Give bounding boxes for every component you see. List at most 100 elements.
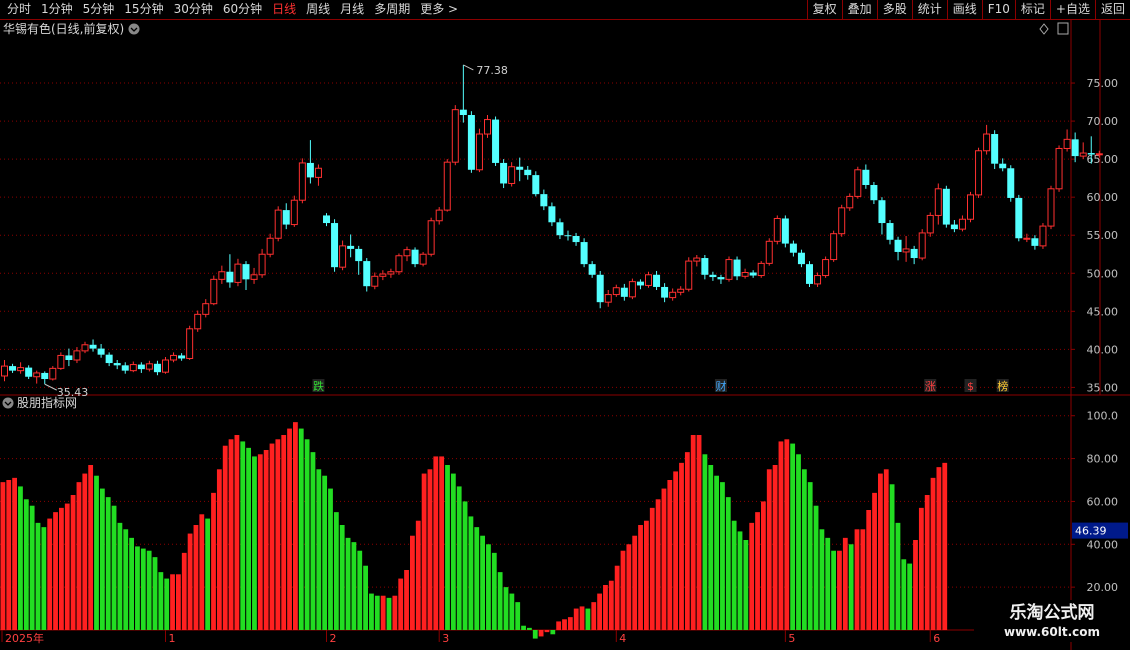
osc-bar	[942, 462, 948, 630]
toolbar-button-3[interactable]: 统计	[911, 0, 947, 19]
toolbar-button-6[interactable]: 标记	[1014, 0, 1050, 19]
candle-body	[532, 175, 540, 195]
osc-bar	[527, 627, 532, 630]
candle-body	[1, 365, 8, 377]
candle-body	[749, 272, 757, 276]
osc-bar	[579, 606, 585, 630]
osc-bar	[819, 529, 825, 630]
period-tab-0[interactable]: 分时	[2, 0, 36, 19]
osc-bar	[550, 630, 556, 635]
toolbar-button-5[interactable]: F10	[981, 0, 1015, 19]
diamond-icon[interactable]	[1039, 23, 1049, 35]
osc-bar	[105, 497, 111, 630]
osc-bar	[667, 480, 673, 630]
candle-body	[572, 235, 580, 243]
period-tabs: 分时 1分钟 5分钟 15分钟 30分钟 60分钟 日线 周线 月线 多周期 更多 >	[2, 0, 463, 19]
candle-body	[918, 232, 926, 259]
osc-bar	[866, 510, 872, 630]
osc-bar	[562, 619, 567, 630]
candle-body	[218, 271, 226, 280]
osc-bar	[848, 544, 854, 630]
candle-body	[129, 364, 137, 372]
osc-bar	[369, 593, 374, 630]
candle-body	[162, 359, 169, 373]
osc-bar	[240, 441, 246, 630]
candle-body	[250, 274, 258, 280]
osc-bar	[895, 522, 901, 630]
main-y-tick: 45.00	[1087, 305, 1119, 318]
period-tab-6[interactable]: 日线	[267, 0, 301, 19]
candle-body	[902, 248, 910, 253]
candle-body	[612, 287, 620, 296]
osc-bar	[158, 572, 164, 630]
period-tab-3[interactable]: 15分钟	[119, 0, 168, 19]
osc-bar	[345, 537, 351, 630]
osc-bar	[883, 469, 889, 630]
osc-bar	[304, 439, 310, 630]
osc-bar	[211, 492, 216, 630]
candle-body	[9, 366, 17, 371]
candle-body	[331, 223, 339, 268]
sub-dropdown-circle-icon[interactable]	[2, 397, 14, 409]
osc-y-tick: 100.0	[1087, 410, 1119, 423]
osc-bar	[743, 540, 749, 630]
candle-body	[910, 248, 918, 259]
candle-body	[363, 261, 371, 287]
candle-body	[1023, 237, 1031, 240]
osc-bar	[486, 544, 491, 630]
candle-body	[773, 217, 781, 242]
candle-body	[604, 294, 612, 303]
candle-body	[653, 274, 661, 287]
osc-bar	[117, 522, 123, 630]
toolbar-button-8[interactable]: 返回	[1094, 0, 1130, 19]
toolbar-button-1[interactable]: 叠加	[841, 0, 877, 19]
candle-body	[1031, 238, 1039, 246]
candle-body	[991, 134, 999, 164]
panel-toggle-icon[interactable]	[1057, 22, 1069, 35]
candle-body	[17, 367, 25, 372]
candle-body	[717, 277, 725, 280]
osc-bar	[415, 520, 421, 630]
osc-bar	[626, 544, 632, 630]
event-marker: 财	[715, 379, 726, 393]
candle-body	[822, 259, 830, 277]
period-tab-10[interactable]: 更多 >	[415, 0, 463, 19]
main-panel-title: 华锡有色(日线,前复权)	[3, 21, 124, 36]
candle-body	[958, 218, 966, 230]
osc-bar	[638, 525, 643, 630]
osc-bar	[135, 546, 140, 630]
candle-body	[797, 252, 805, 265]
osc-bar	[421, 473, 427, 630]
candle-body	[926, 214, 934, 234]
candle-body	[1063, 138, 1071, 149]
candle-body	[387, 271, 395, 275]
period-tab-1[interactable]: 1分钟	[36, 0, 78, 19]
osc-bar	[275, 439, 281, 630]
toolbar-button-2[interactable]: 多股	[876, 0, 912, 19]
osc-bar	[374, 595, 380, 630]
time-axis-label: 4	[619, 632, 626, 645]
osc-bar	[445, 465, 450, 630]
osc-bar	[731, 520, 737, 630]
dropdown-circle-icon[interactable]	[128, 23, 140, 35]
period-tab-9[interactable]: 多周期	[369, 0, 415, 19]
toolbar-button-4[interactable]: 画线	[946, 0, 982, 19]
period-tab-2[interactable]: 5分钟	[78, 0, 120, 19]
toolbar-button-0[interactable]: 复权	[806, 0, 842, 19]
time-axis-label: 5	[788, 632, 795, 645]
period-tab-8[interactable]: 月线	[335, 0, 369, 19]
osc-bar	[404, 570, 409, 630]
period-tab-4[interactable]: 30分钟	[169, 0, 218, 19]
candle-body	[765, 240, 773, 264]
toolbar-button-7[interactable]: +自选	[1049, 0, 1095, 19]
osc-bar	[64, 503, 70, 630]
osc-bar	[29, 505, 35, 630]
time-axis-label: 3	[442, 632, 449, 645]
period-tab-7[interactable]: 周线	[301, 0, 335, 19]
osc-bar	[480, 535, 485, 630]
candle-body	[838, 207, 846, 235]
candle-body	[323, 215, 330, 224]
osc-bar	[591, 602, 597, 630]
period-tab-5[interactable]: 60分钟	[218, 0, 267, 19]
stock-chart[interactable]: 75.0070.0065.0060.0055.0050.0045.0040.00…	[0, 20, 1130, 650]
